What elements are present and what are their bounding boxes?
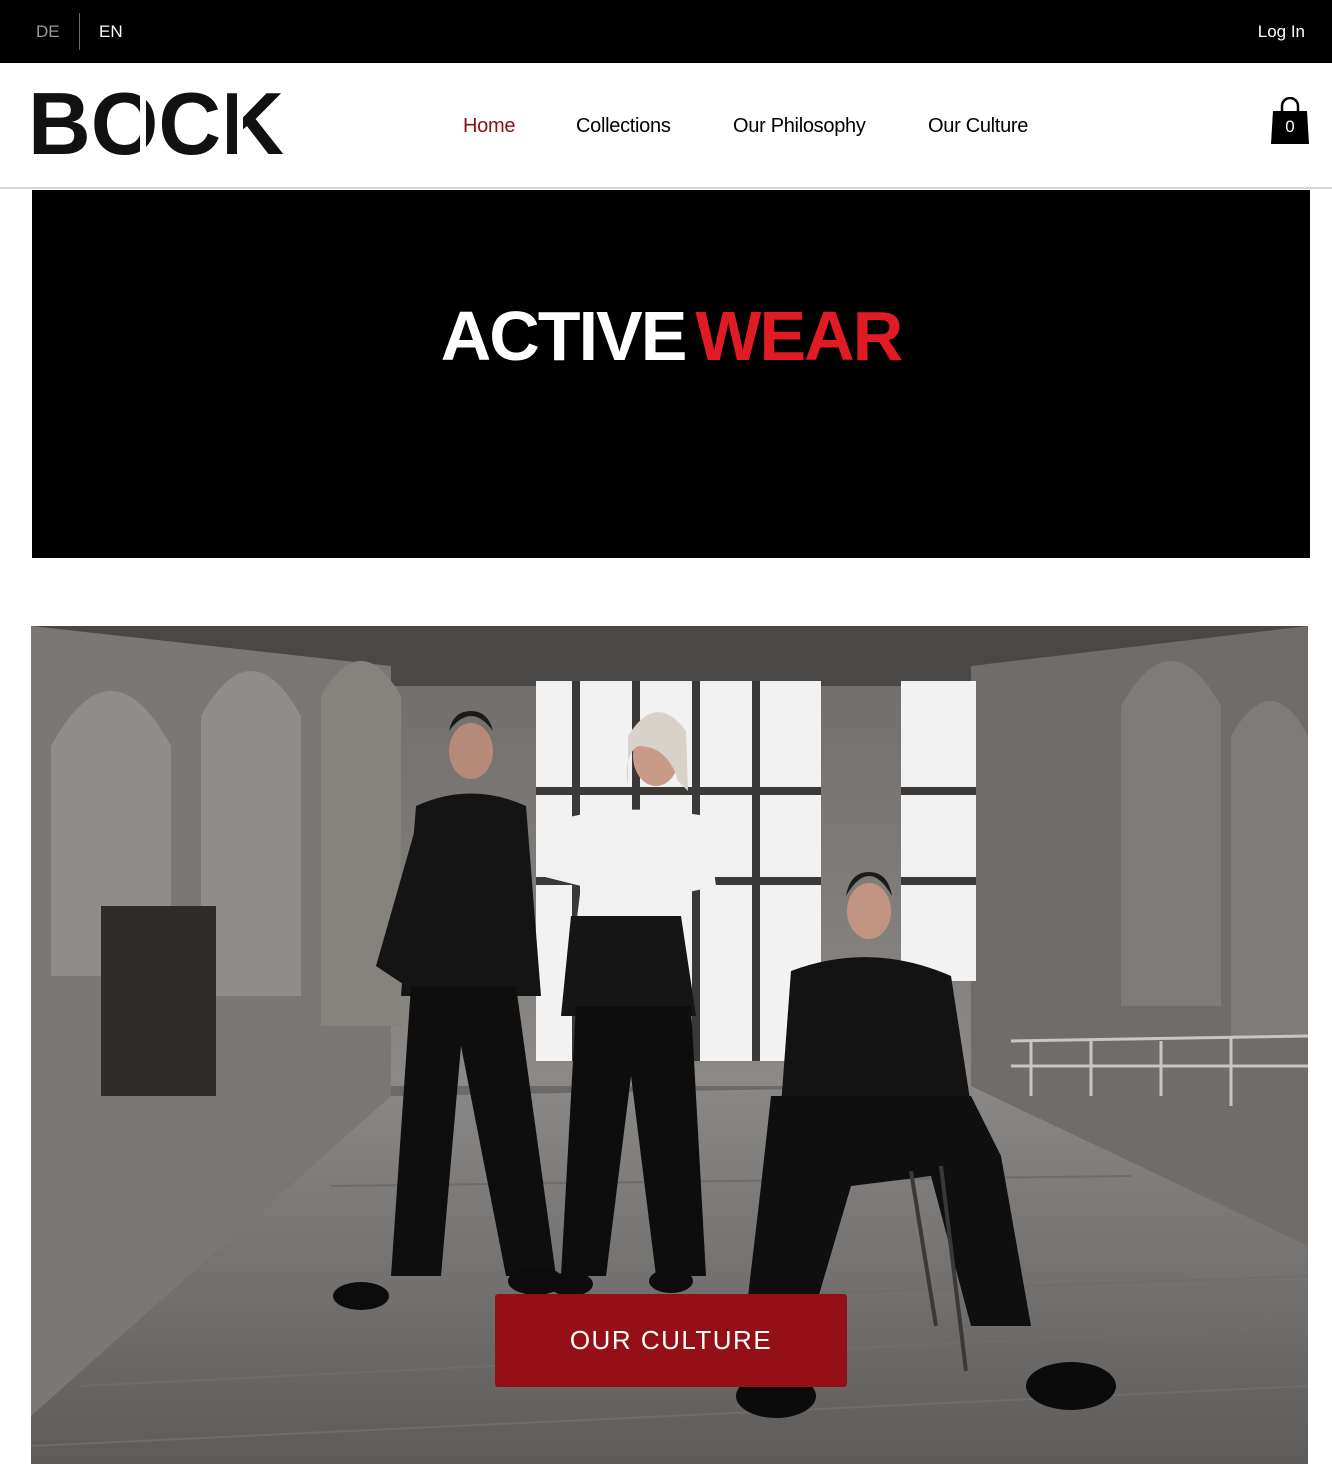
language-divider [79, 13, 80, 50]
nav-home[interactable]: Home [463, 114, 515, 138]
hero-title-active: ACTIVE [440, 297, 688, 375]
main-navigation: Home Collections Our Philosophy Our Cult… [0, 114, 1332, 140]
hero-banner: ACTIVE WEAR [32, 190, 1310, 558]
our-culture-button[interactable]: OUR CULTURE [495, 1294, 847, 1387]
nav-collections[interactable]: Collections [576, 114, 671, 138]
site-header: BOCK Home Collections Our Philosophy Our… [0, 63, 1332, 189]
nav-our-philosophy[interactable]: Our Philosophy [733, 114, 866, 138]
language-de-link[interactable]: DE [36, 22, 60, 42]
language-en-link[interactable]: EN [99, 22, 123, 42]
login-link[interactable]: Log In [1258, 22, 1305, 42]
hero-title-wear: WEAR [695, 297, 903, 375]
cart-button[interactable]: 0 [1270, 96, 1310, 145]
nav-our-culture[interactable]: Our Culture [928, 114, 1028, 138]
hero-title: ACTIVE WEAR [32, 296, 1310, 376]
cart-count: 0 [1285, 117, 1295, 136]
top-utility-bar: DE EN Log In [0, 0, 1332, 63]
culture-photo-section: OUR CULTURE [31, 626, 1308, 1464]
